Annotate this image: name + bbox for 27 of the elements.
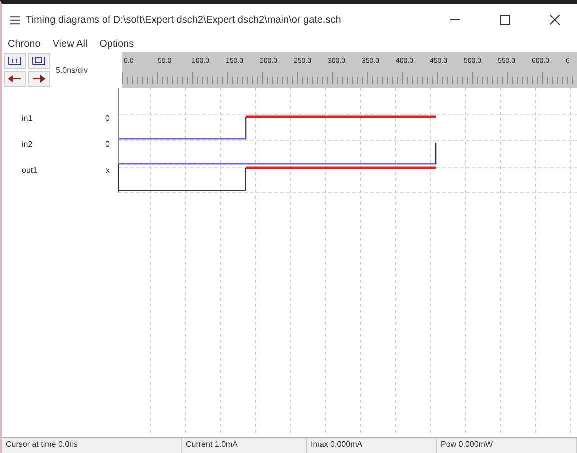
zoom-in-button[interactable] xyxy=(4,53,26,69)
signal-value: 0 xyxy=(106,140,110,149)
menu-item[interactable]: Options xyxy=(100,38,134,50)
signal-value: x xyxy=(106,166,110,175)
scroll-left-button[interactable] xyxy=(4,71,26,87)
signal-value: 0 xyxy=(106,114,110,123)
right-arrow-icon xyxy=(32,75,46,83)
signal-name: in1 xyxy=(22,114,33,123)
signal-name: out1 xyxy=(22,166,38,175)
status-text: Imax 0.000mA xyxy=(307,438,437,453)
menu-item[interactable]: View All xyxy=(52,38,88,50)
status-text: Current 1.0mA xyxy=(182,438,307,453)
maximize-icon xyxy=(500,15,510,25)
window-title: Timing diagrams of D:\soft\Expert dsch2\Expert dsch2\main\or gate.sch xyxy=(26,14,342,26)
close-icon xyxy=(550,15,560,25)
scroll-right-button[interactable] xyxy=(28,71,50,87)
time-scale: 5.0ns/div xyxy=(55,66,90,74)
zoom-out-icon xyxy=(31,56,47,66)
menu-icon[interactable] xyxy=(10,16,20,24)
minimize-icon xyxy=(450,19,460,21)
status-text: Cursor at time 0.0ns xyxy=(2,438,182,453)
left-arrow-icon xyxy=(8,75,22,83)
zoom-out-button[interactable] xyxy=(28,53,50,69)
signal-name: in2 xyxy=(22,140,33,149)
zoom-in-icon xyxy=(7,56,23,66)
status-text: Pow 0.000mW xyxy=(437,438,577,453)
menu-item[interactable]: Chrono xyxy=(8,38,41,50)
